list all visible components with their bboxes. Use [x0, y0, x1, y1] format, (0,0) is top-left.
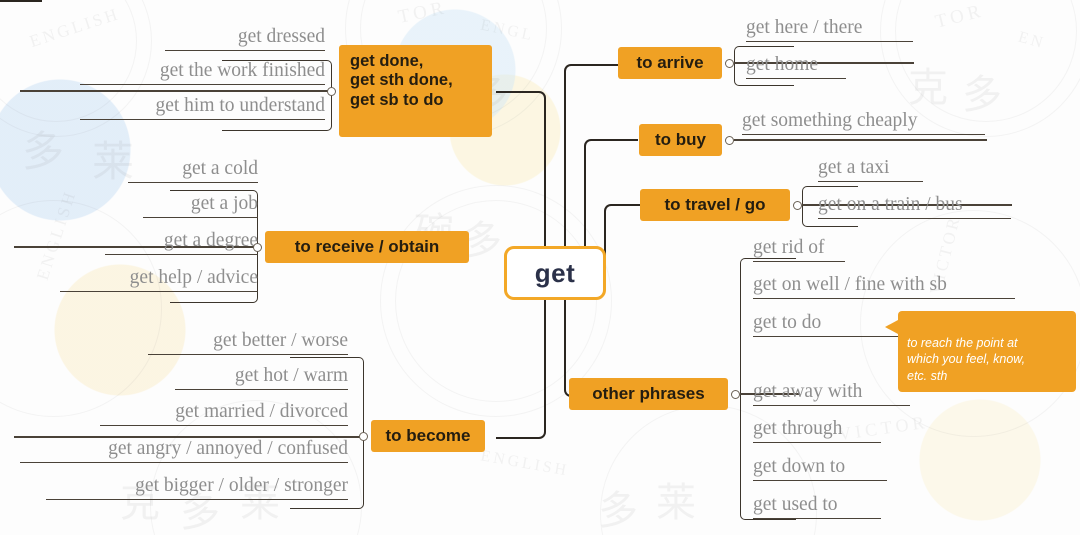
branch-to-receive-obtain-label: to receive / obtain	[294, 236, 440, 256]
leaf-get-the-work-finished: get the work finished	[80, 61, 325, 85]
watermark-cjk: 多	[598, 488, 638, 533]
junction-dot-get-done	[327, 87, 336, 96]
leaf-get-help-advice: get help / advice	[60, 268, 258, 292]
leaf-get-bigger-older-stronger: get bigger / older / stronger	[46, 476, 348, 500]
tooltip-text: to reach the point at which you feel, kn…	[907, 335, 1026, 383]
leaf-get-married-divorced: get married / divorced	[100, 402, 348, 426]
junction-dot-to-travel	[793, 201, 802, 210]
leaf-get-dressed: get dressed	[165, 27, 325, 51]
branch-to-become[interactable]: to become	[371, 420, 485, 452]
branch-get-done[interactable]: get done, get sth done, get sb to do	[339, 45, 492, 137]
branch-to-buy[interactable]: to buy	[639, 124, 722, 156]
trunk-connector-getdone	[496, 91, 546, 256]
leaf-get-home: get home	[746, 55, 846, 79]
center-node-get[interactable]: get	[504, 246, 606, 300]
watermark-text: TOR	[933, 0, 987, 33]
watermark-cjk: 莱	[656, 480, 696, 525]
leaf-get-here-there: get here / there	[746, 18, 913, 42]
junction-dot-to-become	[359, 432, 368, 441]
leaf-get-a-job: get a job	[143, 194, 258, 218]
leaf-stem-get-done	[20, 90, 330, 92]
mindmap-canvas: ENGLISH TOR ENGL TOR EN ENGLISH VICTOR T…	[0, 0, 1080, 535]
branch-other-phrases-label: other phrases	[592, 383, 705, 403]
leaf-get-through: get through	[753, 419, 881, 443]
leaf-get-a-taxi: get a taxi	[818, 158, 923, 182]
trunk-connector-become	[496, 295, 546, 439]
trunk-connector-receive	[0, 0, 42, 3]
junction-dot-to-receive	[253, 243, 262, 252]
watermark-text: TOR	[396, 0, 450, 28]
branch-get-done-label: get done, get sth done, get sb to do	[350, 52, 453, 109]
branch-to-receive-obtain[interactable]: to receive / obtain	[265, 231, 469, 263]
leaf-get-a-cold: get a cold	[128, 159, 258, 183]
branch-other-phrases[interactable]: other phrases	[569, 378, 728, 410]
branch-to-buy-label: to buy	[655, 129, 706, 149]
leaf-get-used-to: get used to	[753, 495, 881, 519]
watermark-text: ENGLISH	[479, 447, 571, 480]
leaf-get-angry-annoyed-confused: get angry / annoyed / confused	[20, 439, 348, 463]
watermark-text: EN	[1016, 28, 1048, 53]
center-node-label: get	[534, 257, 576, 288]
leaf-get-on-well-fine-with-sb: get on well / fine with sb	[753, 275, 1015, 299]
trunk-connector-travel	[604, 204, 640, 256]
branch-to-become-label: to become	[385, 425, 471, 445]
leaf-get-rid-of: get rid of	[753, 238, 845, 262]
branch-to-arrive-label: to arrive	[636, 52, 704, 72]
watermark-cjk: 多	[22, 130, 65, 176]
watermark-text: ENGL	[478, 16, 536, 45]
watermark-text: ENGLISH	[27, 4, 123, 52]
leaf-get-hot-warm: get hot / warm	[175, 366, 348, 390]
leaf-get-better-worse: get better / worse	[148, 331, 348, 355]
junction-dot-to-buy	[725, 136, 734, 145]
leaf-get-something-cheaply: get something cheaply	[742, 111, 985, 135]
leaf-get-a-degree: get a degree	[105, 231, 258, 255]
watermark-cjk: 克	[908, 65, 948, 110]
branch-to-arrive[interactable]: to arrive	[618, 47, 722, 79]
tooltip-get-to-do: to reach the point at which you feel, kn…	[898, 311, 1076, 392]
watermark-ring	[895, 0, 1077, 122]
junction-dot-other-phrases	[731, 390, 740, 399]
tooltip-tail-icon	[885, 320, 898, 334]
branch-to-travel-go[interactable]: to travel / go	[640, 189, 790, 221]
leaf-get-on-a-train-bus: get on a train / bus	[818, 195, 1011, 219]
branch-to-travel-go-label: to travel / go	[664, 194, 766, 214]
leaf-get-to-do: get to do	[753, 313, 901, 337]
leaf-get-him-to-understand: get him to understand	[80, 96, 325, 120]
junction-dot-to-arrive	[725, 59, 734, 68]
leaf-get-down-to: get down to	[753, 457, 887, 481]
leaf-get-away-with: get away with	[753, 382, 910, 406]
leaf-stem-to-buy	[734, 139, 987, 141]
